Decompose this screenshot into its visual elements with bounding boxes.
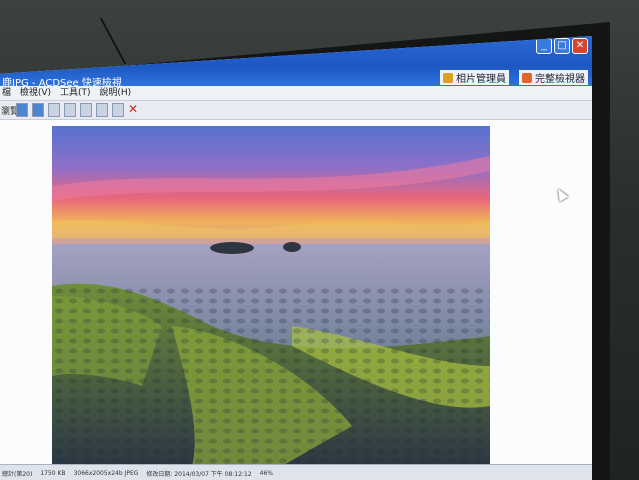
status-file-index: 總計(第20) <box>2 470 33 478</box>
photo-manager-icon <box>443 72 453 83</box>
status-zoom: 46% <box>259 469 274 477</box>
mouse-cursor-icon <box>553 186 569 202</box>
status-modified-date: 修改日期: 2014/03/07 下午 08:12:12 <box>146 470 252 478</box>
menu-item-help[interactable]: 說明(H) <box>99 86 131 100</box>
image-viewport[interactable] <box>0 120 592 466</box>
rotate-right-icon[interactable] <box>64 103 76 117</box>
status-dimensions: 3066x2005x24b JPEG <box>73 469 139 477</box>
minimize-button[interactable]: _ <box>536 38 552 54</box>
full-viewer-icon <box>522 72 532 83</box>
rotate-left-icon[interactable] <box>48 103 60 117</box>
monitor-screen: 鹿JPG - ACDSee 快速檢視 _ □ ✕ 相片管理員 完整檢視器 檔 檢… <box>0 36 592 480</box>
menu-item-view[interactable]: 檢視(V) <box>20 86 51 100</box>
toolbar: 瀏覽 ✕ <box>0 101 592 120</box>
menu-bar: 檔 檢視(V) 工具(T) 說明(H) <box>0 86 592 101</box>
toolbar-icons: ✕ <box>16 103 138 117</box>
previous-icon[interactable] <box>16 103 28 117</box>
window-controls: _ □ ✕ <box>536 38 588 54</box>
zoom-out-icon[interactable] <box>96 103 108 117</box>
full-viewer-label: 完整檢視器 <box>535 74 585 85</box>
photo-manager-button[interactable]: 相片管理員 <box>440 70 509 85</box>
photo-manager-label: 相片管理員 <box>456 74 506 85</box>
delete-icon[interactable]: ✕ <box>128 103 138 115</box>
full-viewer-button[interactable]: 完整檢視器 <box>519 70 588 85</box>
zoom-in-icon[interactable] <box>80 103 92 117</box>
next-icon[interactable] <box>32 103 44 117</box>
menu-item-file[interactable]: 檔 <box>2 86 11 100</box>
status-file-size: 1750 KB <box>40 469 66 477</box>
close-button[interactable]: ✕ <box>572 38 588 54</box>
seascape-photo <box>52 126 490 466</box>
status-bar: 總計(第20) 1750 KB 3066x2005x24b JPEG 修改日期:… <box>0 464 592 480</box>
menu-item-tools[interactable]: 工具(T) <box>60 86 91 100</box>
fit-icon[interactable] <box>112 103 124 117</box>
maximize-button[interactable]: □ <box>554 38 570 54</box>
header-tools: 相片管理員 完整檢視器 <box>440 70 588 85</box>
